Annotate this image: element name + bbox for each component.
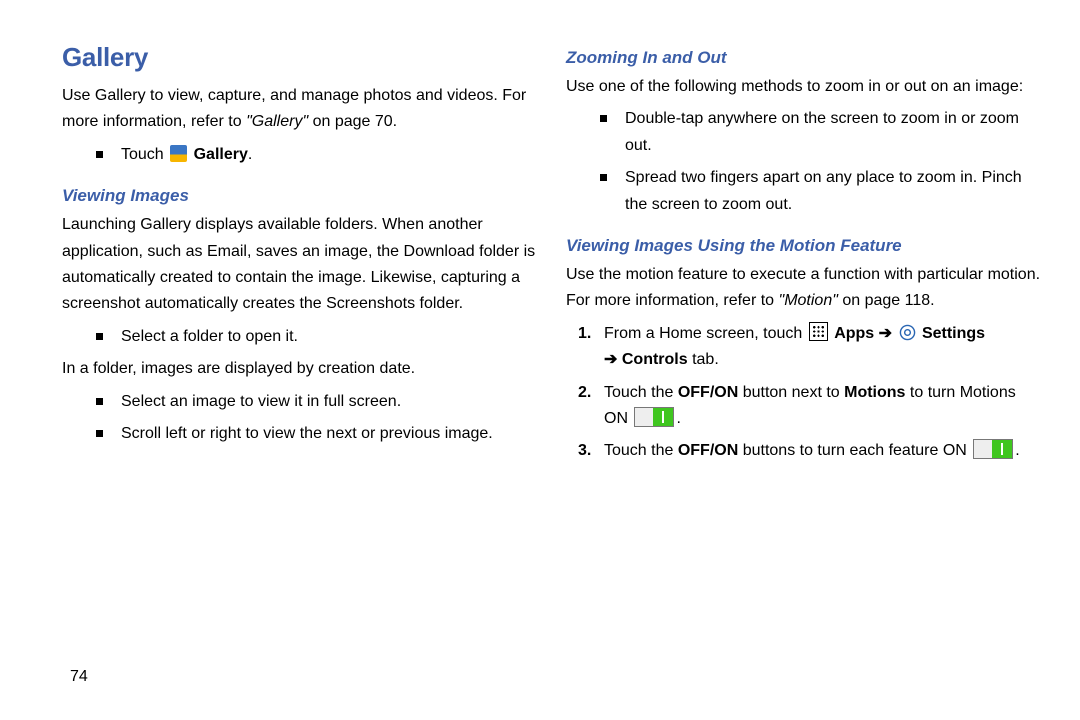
viewing-images-body: Launching Gallery displays available fol…: [62, 212, 540, 318]
step2-end: .: [676, 410, 680, 427]
square-bullet-icon: [600, 115, 607, 122]
motion-ref: "Motion": [779, 292, 838, 309]
step-2-text: Touch the OFF/ON button next to Motions …: [604, 380, 1044, 433]
offon-label: OFF/ON: [678, 384, 738, 401]
step2-mid: button next to: [738, 384, 844, 401]
settings-label: Settings: [922, 325, 985, 342]
arrow-icon: ➔: [874, 325, 896, 342]
controls-label: Controls: [622, 351, 688, 368]
step-2-number: 2.: [578, 380, 604, 406]
step-1: 1. From a Home screen, touch Apps ➔ Sett…: [578, 321, 1044, 374]
bullet-doubletap: Double-tap anywhere on the screen to zoo…: [600, 106, 1044, 159]
bullet-scroll-text: Scroll left or right to view the next or…: [121, 421, 493, 447]
gallery-intro-after: on page 70.: [308, 113, 397, 130]
bullet-touch-gallery-text: Touch Gallery.: [121, 142, 252, 168]
left-column: Gallery Use Gallery to view, capture, an…: [62, 42, 540, 471]
bullet-scroll: Scroll left or right to view the next or…: [96, 421, 540, 447]
gallery-intro: Use Gallery to view, capture, and manage…: [62, 83, 540, 136]
motion-intro: Use the motion feature to execute a func…: [566, 262, 1044, 315]
step-3-number: 3.: [578, 438, 604, 464]
step-1-number: 1.: [578, 321, 604, 347]
toggle-on-icon: [973, 439, 1013, 459]
toggle-on-icon: [634, 407, 674, 427]
step2-pre: Touch the: [604, 384, 678, 401]
step1-pre: From a Home screen, touch: [604, 325, 807, 342]
arrow-icon: ➔: [604, 351, 622, 368]
page-number: 74: [70, 668, 88, 686]
step1-post: tab.: [688, 351, 719, 368]
bullet-select-folder-text: Select a folder to open it.: [121, 324, 298, 350]
manual-page: Gallery Use Gallery to view, capture, an…: [0, 0, 1080, 720]
motion-heading: Viewing Images Using the Motion Feature: [566, 236, 1044, 256]
step-1-text: From a Home screen, touch Apps ➔ Setting…: [604, 321, 985, 374]
zooming-heading: Zooming In and Out: [566, 48, 1044, 68]
bullet-pinch-text: Spread two fingers apart on any place to…: [625, 165, 1044, 218]
gallery-ref: "Gallery": [246, 113, 308, 130]
motions-label: Motions: [844, 384, 905, 401]
two-column-layout: Gallery Use Gallery to view, capture, an…: [62, 42, 1044, 471]
bullet-pinch: Spread two fingers apart on any place to…: [600, 165, 1044, 218]
touch-post: .: [248, 146, 252, 163]
step3-post: buttons to turn each feature ON: [738, 442, 971, 459]
motion-intro-after: on page 118.: [838, 292, 935, 309]
step-3-text: Touch the OFF/ON buttons to turn each fe…: [604, 438, 1020, 464]
gallery-heading: Gallery: [62, 42, 540, 73]
bullet-select-image-text: Select an image to view it in full scree…: [121, 389, 401, 415]
square-bullet-icon: [96, 398, 103, 405]
square-bullet-icon: [600, 174, 607, 181]
bullet-doubletap-text: Double-tap anywhere on the screen to zoo…: [625, 106, 1044, 159]
gallery-icon: [170, 145, 187, 162]
viewing-images-heading: Viewing Images: [62, 186, 540, 206]
touch-pre: Touch: [121, 146, 168, 163]
gallery-label: Gallery: [194, 146, 248, 163]
step3-end: .: [1015, 442, 1019, 459]
square-bullet-icon: [96, 333, 103, 340]
square-bullet-icon: [96, 151, 103, 158]
bullet-select-folder: Select a folder to open it.: [96, 324, 540, 350]
step3-pre: Touch the: [604, 442, 678, 459]
settings-icon: [899, 324, 916, 341]
right-column: Zooming In and Out Use one of the follow…: [566, 42, 1044, 471]
offon-label: OFF/ON: [678, 442, 738, 459]
square-bullet-icon: [96, 430, 103, 437]
zooming-intro: Use one of the following methods to zoom…: [566, 74, 1044, 100]
bullet-touch-gallery: Touch Gallery.: [96, 142, 540, 168]
apps-label: Apps: [834, 325, 874, 342]
step-3: 3. Touch the OFF/ON buttons to turn each…: [578, 438, 1044, 464]
folder-date-note: In a folder, images are displayed by cre…: [62, 356, 540, 382]
bullet-select-image: Select an image to view it in full scree…: [96, 389, 540, 415]
step-2: 2. Touch the OFF/ON button next to Motio…: [578, 380, 1044, 433]
apps-icon: [809, 322, 828, 341]
